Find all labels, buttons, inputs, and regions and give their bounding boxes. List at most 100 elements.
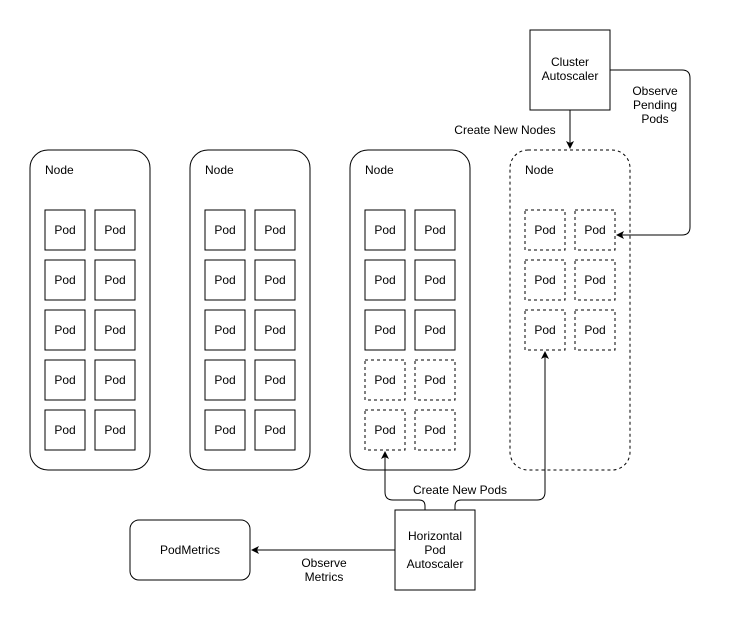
- node-3[interactable]: Node Pod Pod Pod Pod Pod Pod Pod Pod Pod Pod: [349, 149, 471, 471]
- pod[interactable]: Pod: [574, 309, 616, 351]
- pod[interactable]: Pod: [524, 309, 566, 351]
- hpa-label-line1: Horizontal: [408, 529, 462, 543]
- pod[interactable]: Pod: [44, 309, 86, 351]
- pod[interactable]: Pod: [414, 209, 456, 251]
- node-4[interactable]: Node Pod Pod Pod Pod Pod Pod: [509, 149, 631, 471]
- pod[interactable]: Pod: [94, 259, 136, 301]
- cluster-autoscaler-label-line2: Autoscaler: [542, 69, 599, 83]
- pod[interactable]: Pod: [44, 359, 86, 401]
- pod[interactable]: Pod: [94, 359, 136, 401]
- pod-label: Pod: [104, 323, 125, 337]
- pod-label: Pod: [534, 273, 555, 287]
- observe-pending-pods-label-line3: Pods: [641, 112, 668, 126]
- pod[interactable]: Pod: [254, 309, 296, 351]
- observe-metrics-label-line1: Observe: [301, 556, 347, 570]
- pod[interactable]: Pod: [574, 209, 616, 251]
- pod-label: Pod: [584, 223, 605, 237]
- pod[interactable]: Pod: [254, 209, 296, 251]
- node-2[interactable]: Node Pod Pod Pod Pod Pod Pod Pod Pod Pod Pod: [189, 149, 311, 471]
- pod[interactable]: Pod: [94, 209, 136, 251]
- node-label: Node: [525, 163, 554, 177]
- pod[interactable]: Pod: [364, 209, 406, 251]
- pod-label: Pod: [264, 273, 285, 287]
- pod-label: Pod: [264, 423, 285, 437]
- pod-label: Pod: [104, 273, 125, 287]
- create-new-pods-label: Create New Pods: [413, 483, 507, 497]
- observe-metrics-label-line2: Metrics: [305, 570, 344, 584]
- pod-label: Pod: [214, 373, 235, 387]
- pod-label: Pod: [534, 223, 555, 237]
- pod-metrics-label: PodMetrics: [160, 543, 220, 557]
- pod-label: Pod: [54, 273, 75, 287]
- pod-label: Pod: [264, 223, 285, 237]
- pod[interactable]: Pod: [44, 409, 86, 451]
- pod-label: Pod: [424, 323, 445, 337]
- node-label: Node: [205, 163, 234, 177]
- create-new-nodes-label: Create New Nodes: [454, 123, 555, 137]
- edge-create-new-nodes: Create New Nodes: [454, 110, 574, 149]
- pod-label: Pod: [584, 323, 605, 337]
- pod-label: Pod: [214, 423, 235, 437]
- pod-label: Pod: [214, 323, 235, 337]
- pod[interactable]: Pod: [204, 409, 246, 451]
- autoscaling-diagram: Node Pod Pod Pod Pod Pod Pod Pod Pod Pod Pod Node Po…: [29, 29, 691, 591]
- pod-label: Pod: [214, 223, 235, 237]
- pod[interactable]: Pod: [574, 259, 616, 301]
- pod-label: Pod: [424, 273, 445, 287]
- pod-label: Pod: [214, 273, 235, 287]
- pod[interactable]: Pod: [364, 309, 406, 351]
- pod[interactable]: Pod: [364, 409, 406, 451]
- pod-label: Pod: [104, 423, 125, 437]
- pod[interactable]: Pod: [414, 359, 456, 401]
- pod-label: Pod: [264, 373, 285, 387]
- pod-label: Pod: [424, 423, 445, 437]
- pod[interactable]: Pod: [364, 259, 406, 301]
- pod-label: Pod: [104, 373, 125, 387]
- pod[interactable]: Pod: [414, 409, 456, 451]
- node-label: Node: [45, 163, 74, 177]
- pod[interactable]: Pod: [204, 309, 246, 351]
- cluster-autoscaler-label-line1: Cluster: [551, 55, 589, 69]
- pod-label: Pod: [534, 323, 555, 337]
- pod-label: Pod: [374, 223, 395, 237]
- pod[interactable]: Pod: [254, 409, 296, 451]
- pod-label: Pod: [374, 373, 395, 387]
- pod[interactable]: Pod: [94, 309, 136, 351]
- node-1[interactable]: Node Pod Pod Pod Pod Pod Pod Pod Pod Pod Pod: [29, 149, 151, 471]
- observe-pending-pods-label-line1: Observe: [632, 84, 678, 98]
- pod-label: Pod: [424, 223, 445, 237]
- pod[interactable]: Pod: [204, 259, 246, 301]
- edge-observe-metrics: Observe Metrics: [251, 546, 395, 584]
- pod-label: Pod: [374, 323, 395, 337]
- pod[interactable]: Pod: [414, 259, 456, 301]
- pod-label: Pod: [54, 373, 75, 387]
- pod[interactable]: Pod: [414, 309, 456, 351]
- pod-label: Pod: [54, 423, 75, 437]
- pod-label: Pod: [54, 223, 75, 237]
- pod-metrics[interactable]: PodMetrics: [129, 519, 251, 581]
- pod[interactable]: Pod: [254, 259, 296, 301]
- pod-label: Pod: [584, 273, 605, 287]
- horizontal-pod-autoscaler[interactable]: Horizontal Pod Autoscaler: [394, 509, 476, 591]
- pod-label: Pod: [424, 373, 445, 387]
- node-label: Node: [365, 163, 394, 177]
- pod-label: Pod: [374, 273, 395, 287]
- hpa-label-line3: Autoscaler: [407, 557, 464, 571]
- observe-pending-pods-label-line2: Pending: [633, 98, 677, 112]
- pod-label: Pod: [54, 323, 75, 337]
- nodes-layer: Node Pod Pod Pod Pod Pod Pod Pod Pod Pod Pod Node Po…: [29, 149, 631, 471]
- pod[interactable]: Pod: [44, 209, 86, 251]
- pod[interactable]: Pod: [204, 359, 246, 401]
- pod[interactable]: Pod: [524, 259, 566, 301]
- pod[interactable]: Pod: [364, 359, 406, 401]
- pod-label: Pod: [374, 423, 395, 437]
- pod[interactable]: Pod: [204, 209, 246, 251]
- pod-label: Pod: [264, 323, 285, 337]
- pod[interactable]: Pod: [254, 359, 296, 401]
- pod[interactable]: Pod: [524, 209, 566, 251]
- hpa-label-line2: Pod: [424, 543, 445, 557]
- cluster-autoscaler[interactable]: Cluster Autoscaler: [529, 29, 611, 111]
- pod-label: Pod: [104, 223, 125, 237]
- pod[interactable]: Pod: [44, 259, 86, 301]
- pod[interactable]: Pod: [94, 409, 136, 451]
